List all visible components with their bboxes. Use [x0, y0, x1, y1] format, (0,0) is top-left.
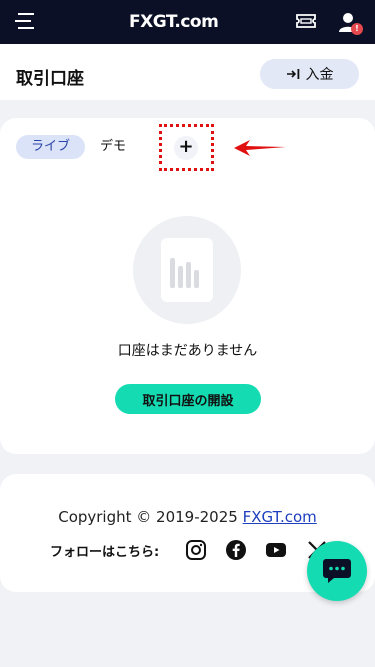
- follow-label: フォローはこちら:: [50, 545, 160, 560]
- ticket-icon[interactable]: [295, 11, 317, 31]
- copyright-text: Copyright © 2019-2025: [58, 508, 243, 526]
- add-account-button[interactable]: +: [174, 136, 198, 160]
- deposit-button[interactable]: 入金: [260, 59, 359, 89]
- deposit-label: 入金: [305, 67, 334, 83]
- page-header: 取引口座 入金: [0, 44, 375, 100]
- alert-badge: !: [351, 23, 363, 35]
- fxgt-link[interactable]: FXGT.com: [243, 508, 317, 526]
- empty-state-text: 口座はまだありません: [117, 343, 258, 359]
- page-title: 取引口座: [16, 69, 84, 89]
- facebook-icon[interactable]: [225, 539, 247, 561]
- tab-live[interactable]: ライブ: [16, 135, 85, 159]
- chat-button[interactable]: [307, 541, 367, 601]
- arrow-left-icon: [234, 140, 286, 156]
- accounts-card: ライブ デモ + 口座はまだありません 取引口座の開設: [0, 118, 375, 454]
- login-arrow-icon: [286, 69, 299, 79]
- instagram-icon[interactable]: [185, 539, 207, 561]
- tab-demo[interactable]: デモ: [100, 135, 126, 159]
- top-bar: FXGT.com !: [0, 0, 375, 44]
- logo[interactable]: FXGT.com: [129, 12, 219, 34]
- open-account-button[interactable]: 取引口座の開設: [115, 384, 261, 414]
- menu-icon[interactable]: [15, 11, 37, 31]
- empty-state-illustration: [133, 216, 241, 324]
- copyright: Copyright © 2019-2025 FXGT.com: [0, 508, 375, 526]
- chart-icon: [161, 238, 213, 302]
- chat-icon: [323, 559, 351, 583]
- youtube-icon[interactable]: [265, 539, 287, 561]
